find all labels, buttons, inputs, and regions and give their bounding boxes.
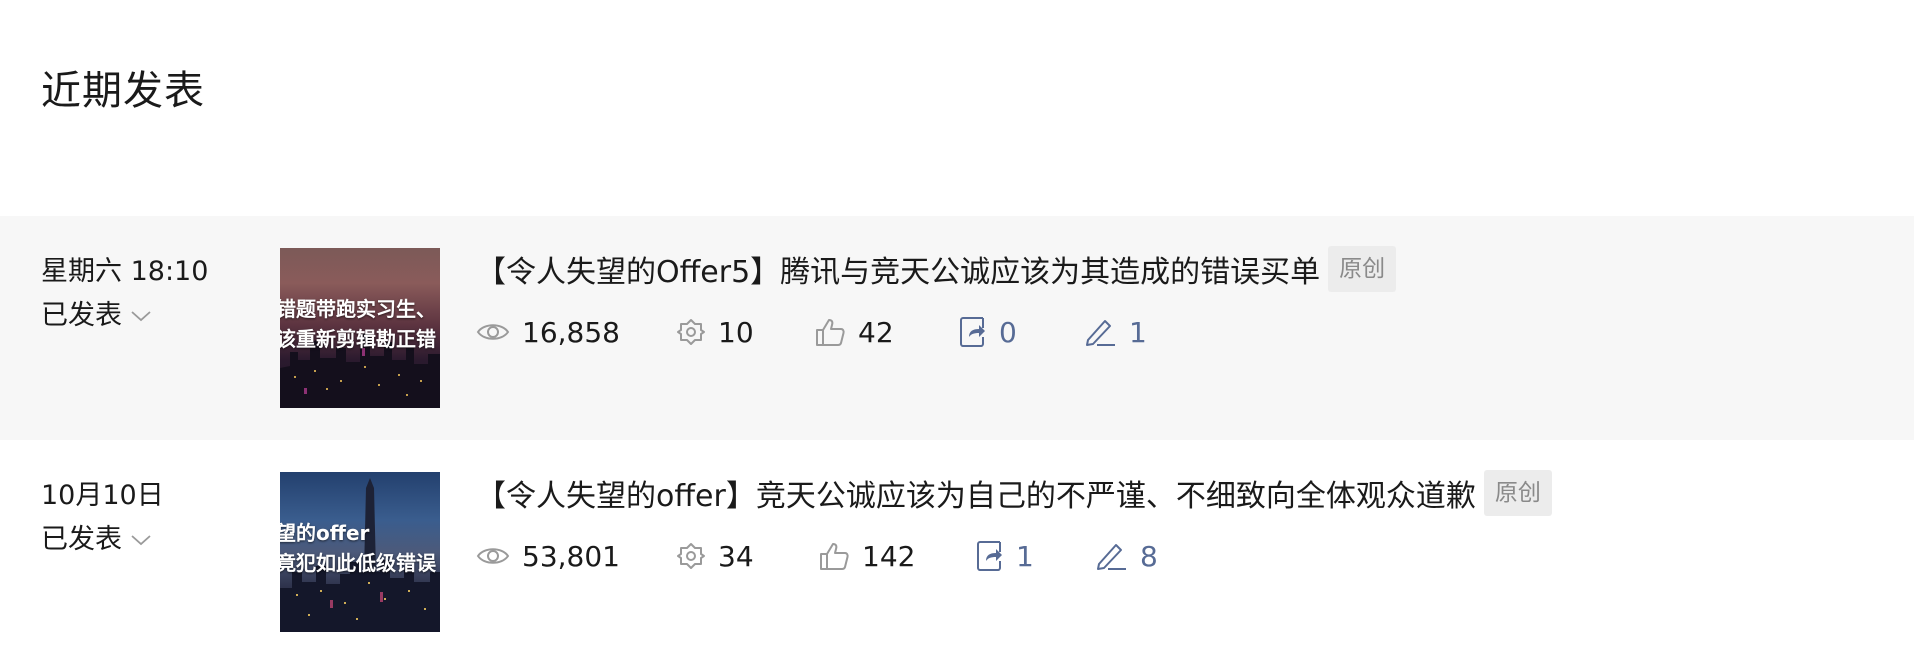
likes-count: 42 [858,315,894,349]
chevron-down-icon [130,309,152,323]
status-label: 已发表 [41,524,122,555]
shares-stat: 34 [676,540,818,573]
thumbs-up-icon [814,317,846,347]
chevron-down-icon [130,533,152,547]
original-badge: 原创 [1483,470,1552,516]
comments-count: 1 [1129,315,1147,349]
views-count: 53,801 [522,539,620,573]
status-dropdown[interactable]: 已发表 [41,522,164,558]
publish-date: 星期六 18:10 [41,256,209,287]
thumbnail-caption: 错题带跑实习生、 该重新剪辑勘正错 [280,297,436,351]
pen-icon [1094,541,1128,571]
share-gear-icon [676,541,706,571]
article-stats: 16,858 10 42 0 1 [476,306,1914,358]
thumbs-up-icon [818,541,850,571]
eye-icon [476,544,510,568]
shares-count: 10 [718,315,754,349]
forward-icon [976,539,1004,573]
article-meta: 10月10日 已发表 [41,478,164,558]
original-badge: 原创 [1328,246,1397,292]
views-stat: 53,801 [476,540,676,573]
article-thumbnail[interactable]: 错题带跑实习生、 该重新剪辑勘正错 [280,248,440,408]
section-title: 近期发表 [41,68,205,114]
thumbnail-caption: 望的offer 竟犯如此低级错误 [280,521,436,575]
article-meta: 星期六 18:10 已发表 [41,254,208,334]
eye-icon [476,320,510,344]
likes-stat: 42 [814,316,959,349]
article-content: 【令人失望的Offer5】腾讯与竞天公诚应该为其造成的错误买单 原创 16,85… [476,244,1914,358]
likes-stat: 142 [818,540,976,573]
article-row[interactable]: 10月10日 已发表 望的offer 竟犯如此低级错误 【令人失望的offer】… [0,440,1914,664]
article-title[interactable]: 【令人失望的Offer5】腾讯与竞天公诚应该为其造成的错误买单 [476,247,1320,291]
share-gear-icon [676,317,706,347]
forward-icon [959,315,987,349]
article-stats: 53,801 34 142 1 8 [476,530,1914,582]
status-label: 已发表 [41,300,122,331]
shares-count: 34 [718,539,754,573]
views-count: 16,858 [522,315,620,349]
forwards-stat[interactable]: 1 [976,539,1094,573]
shares-stat: 10 [676,316,814,349]
forwards-count: 0 [999,315,1017,349]
status-dropdown[interactable]: 已发表 [41,298,208,334]
article-content: 【令人失望的offer】竞天公诚应该为自己的不严谨、不细致向全体观众道歉 原创 … [476,468,1914,582]
forwards-stat[interactable]: 0 [959,315,1083,349]
comments-stat[interactable]: 1 [1083,316,1147,349]
views-stat: 16,858 [476,316,676,349]
publish-date: 10月10日 [41,480,164,511]
likes-count: 142 [862,539,916,573]
article-title[interactable]: 【令人失望的offer】竞天公诚应该为自己的不严谨、不细致向全体观众道歉 [476,471,1476,515]
forwards-count: 1 [1016,539,1034,573]
comments-stat[interactable]: 8 [1094,540,1158,573]
comments-count: 8 [1140,539,1158,573]
article-thumbnail[interactable]: 望的offer 竟犯如此低级错误 [280,472,440,632]
pen-icon [1083,317,1117,347]
article-row[interactable]: 星期六 18:10 已发表 错题带跑实习生、 该重新剪辑勘正错 【令人失望的Of… [0,216,1914,440]
